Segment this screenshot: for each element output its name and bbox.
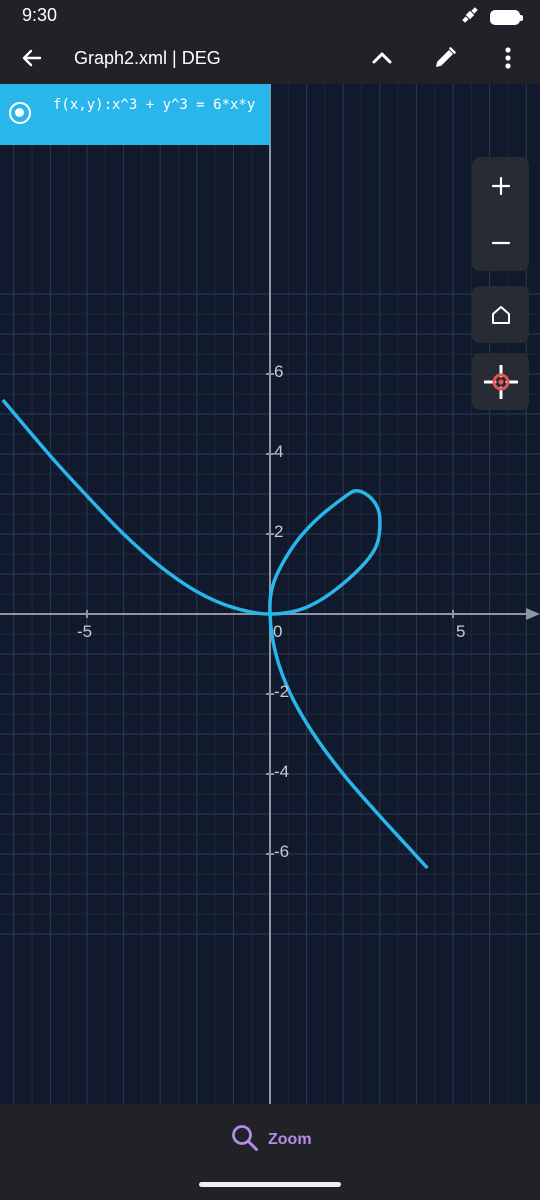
y-tick-label: -6 [274, 842, 290, 861]
chevron-up-icon[interactable] [362, 38, 402, 78]
satellite-icon [460, 5, 480, 30]
y-tick-label: 6 [274, 362, 284, 381]
pencil-icon[interactable] [425, 38, 465, 78]
minus-icon[interactable] [472, 214, 529, 271]
zoom-controls [472, 157, 529, 271]
search-icon [230, 1123, 260, 1158]
zoom-label: Zoom [268, 1131, 312, 1148]
x-axis-arrow [526, 608, 540, 620]
crosshair-icon[interactable] [472, 353, 529, 410]
x-tick-label: 0 [273, 622, 283, 641]
y-tick-label: -2 [274, 682, 290, 701]
graph-svg[interactable] [0, 84, 540, 1104]
graph-screen: 9:30 Graph2.xml | DEG -5 0 5 6 4 2 -2 -4… [0, 0, 540, 1200]
function-expression: f(x,y):x^3 + y^3 = 6*x*y [53, 97, 256, 113]
plus-icon[interactable] [472, 157, 529, 214]
graph-title: Graph2.xml | DEG [74, 48, 221, 68]
battery-icon [490, 10, 523, 25]
x-tick-label: 5 [456, 622, 466, 641]
function-toggle-radio[interactable] [9, 102, 31, 124]
zoom-button[interactable]: Zoom [230, 1122, 312, 1158]
app-bar: Graph2.xml | DEG [0, 32, 540, 84]
gesture-home-indicator[interactable] [199, 1182, 341, 1187]
trace-control [472, 353, 529, 410]
y-tick-label: 4 [274, 442, 284, 461]
x-tick-label: -5 [77, 622, 93, 641]
home-control [472, 286, 529, 343]
function-legend[interactable]: f(x,y):x^3 + y^3 = 6*x*y [0, 84, 270, 145]
arrow-left-icon[interactable] [12, 38, 52, 78]
more-vert-icon[interactable] [488, 38, 528, 78]
graph-canvas[interactable]: -5 0 5 6 4 2 -2 -4 -6 [0, 84, 540, 1104]
y-tick-label: -4 [274, 762, 290, 781]
status-icons [460, 5, 523, 30]
status-bar: 9:30 [0, 0, 540, 32]
bottom-bar: Zoom [0, 1104, 540, 1200]
y-tick-label: 2 [274, 522, 284, 541]
status-time: 9:30 [22, 5, 58, 25]
home-icon[interactable] [472, 286, 529, 343]
